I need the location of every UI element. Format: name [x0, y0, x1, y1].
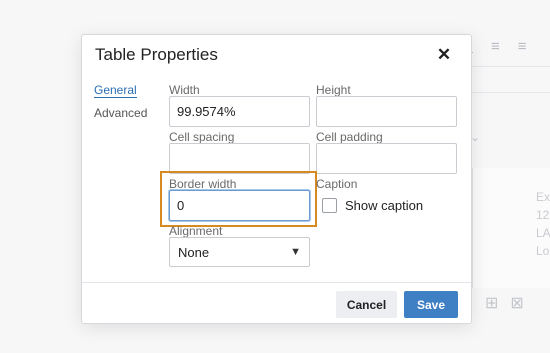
- tab-general[interactable]: General: [94, 83, 137, 98]
- insert-row-icon: ⊞: [485, 295, 499, 312]
- height-label: Height: [316, 83, 351, 97]
- save-button[interactable]: Save: [404, 291, 458, 318]
- content-line: LA: [536, 226, 550, 240]
- close-icon[interactable]: ✕: [433, 44, 455, 66]
- content-line: Ex: [536, 190, 550, 204]
- tab-advanced[interactable]: Advanced: [94, 106, 147, 120]
- cell-padding-input[interactable]: [316, 143, 457, 174]
- cell-padding-label: Cell padding: [316, 130, 383, 144]
- delete-table-icon: ⊠: [510, 295, 524, 312]
- cell-spacing-input[interactable]: [169, 143, 310, 174]
- width-input[interactable]: [169, 96, 310, 127]
- alignment-value: None: [178, 244, 210, 260]
- align-center-icon: ≡: [517, 37, 527, 55]
- table-properties-dialog: Table Properties ✕ General Advanced Widt…: [81, 34, 472, 324]
- cell-spacing-label: Cell spacing: [169, 130, 235, 144]
- alignment-select[interactable]: None ▼: [169, 237, 310, 267]
- table-toolbar: ⊞ ⊠: [485, 293, 524, 313]
- show-caption-label: Show caption: [345, 198, 424, 213]
- caption-label: Caption: [316, 177, 358, 191]
- content-line: Lo: [536, 244, 550, 258]
- dialog-footer: Cancel Save: [82, 282, 471, 323]
- alignment-label: Alignment: [169, 224, 223, 238]
- show-caption-checkbox[interactable]: Show caption: [322, 198, 423, 213]
- content-line: 12: [536, 208, 550, 222]
- cancel-button[interactable]: Cancel: [336, 291, 397, 318]
- width-label: Width: [169, 83, 200, 97]
- border-width-label: Border width: [169, 177, 237, 191]
- checkbox-box[interactable]: [322, 198, 337, 213]
- dialog-title: Table Properties: [95, 45, 218, 64]
- height-input[interactable]: [316, 96, 457, 127]
- tab-list: General Advanced: [94, 83, 147, 131]
- chevron-down-icon: ▼: [290, 246, 301, 258]
- align-left-icon: ≡: [491, 37, 500, 55]
- border-width-input[interactable]: [169, 190, 310, 221]
